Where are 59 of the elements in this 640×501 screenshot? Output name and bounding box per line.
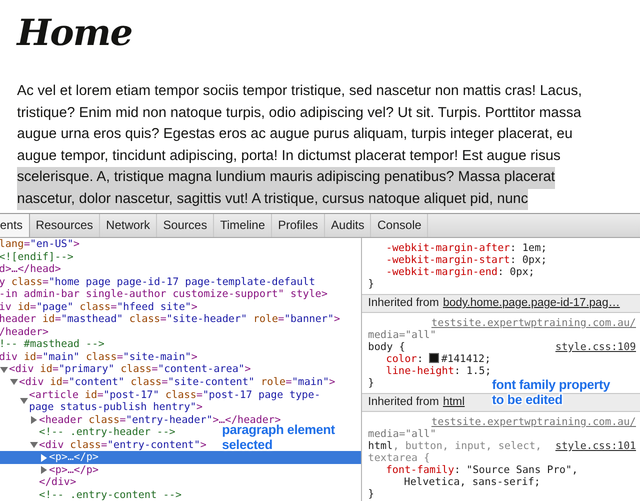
closing-brace: }	[368, 278, 374, 290]
page-heading: Home	[17, 11, 132, 55]
css-declaration: -webkit-margin-start: 0px;	[386, 254, 548, 266]
dom-node-text[interactable]: <div id="content" class="site-content" role="main">	[19, 376, 336, 389]
dom-node-text[interactable]: <!-- .entry-content -->	[39, 488, 182, 501]
inherited-link[interactable]: html	[442, 394, 465, 411]
media-query: media="all"	[368, 329, 436, 341]
devtools-tab[interactable]: Resources	[30, 214, 100, 237]
devtools-tab[interactable]: Profiles	[272, 214, 326, 237]
triangle-right-icon[interactable]	[31, 416, 37, 424]
unmatched-selector: textarea {	[368, 452, 430, 464]
dom-node-text[interactable]: lang="en-US">	[0, 238, 80, 251]
closing-brace: }	[368, 377, 374, 389]
dom-node-text[interactable]: <article id="post-17" class="post-17 page type-page status-publish hentry">	[29, 388, 329, 414]
css-declaration: font-family: "Source Sans Pro",	[386, 464, 578, 476]
css-declaration: color: #141412;	[386, 353, 491, 365]
triangle-right-icon[interactable]	[41, 466, 47, 474]
paragraph-line: tristique? Enim mid non natoque turpis, odio adipiscing vel? Ut sit. Turpis. Porttitor massa	[17, 104, 582, 122]
closing-brace: }	[368, 488, 374, 500]
css-declaration: -webkit-margin-end: 0px;	[386, 266, 535, 278]
triangle-down-icon[interactable]	[20, 398, 28, 404]
dom-node-text[interactable]: iv id="page" class="hfeed site">	[0, 300, 198, 314]
dom-node-text[interactable]: <div id="primary" class="content-area">	[9, 363, 251, 376]
paragraph-line: augue urna eros quis? Egestas eros ac augue purus aliquam, turpis integer placerat, eu	[17, 125, 573, 144]
devtools-tab[interactable]: Console	[371, 214, 428, 237]
css-selector: html	[368, 440, 393, 452]
css-declaration-continuation: Helvetica, sans-serif;	[403, 476, 540, 488]
css-selector: body {	[368, 341, 406, 353]
stylesheet-line-link[interactable]: style.css:101	[555, 440, 636, 452]
devtools-tab[interactable]: Timeline	[214, 214, 272, 237]
selected-node-row[interactable]: <p>…</p>	[0, 451, 361, 464]
dom-node-text[interactable]: header id="masthead" class="site-header" role="banner">	[0, 313, 340, 326]
css-declaration: -webkit-margin-after: 1em;	[386, 242, 548, 254]
paragraph-line: Ac vel et lorem etiam tempor sociis tempor tristique, sed nascetur non mattis cras! Lacus,	[17, 82, 582, 101]
devtools-tab[interactable]: Sources	[157, 214, 214, 237]
stylesheet-line-link[interactable]: style.css:109	[555, 341, 636, 353]
media-query: media="all"	[368, 428, 436, 440]
unmatched-selector: , button, input, select,	[392, 440, 542, 452]
devtools-tab[interactable]: ents	[0, 214, 30, 237]
devtools-tab[interactable]: Audits	[325, 214, 372, 237]
paragraph-line: augue tempor, tincidunt adipiscing, porta! In dictumst placerat tempor! Est augue risus	[17, 146, 561, 166]
dom-node-text[interactable]: <!-- .entry-header -->	[39, 426, 176, 439]
triangle-down-icon[interactable]	[0, 366, 8, 373]
triangle-down-icon[interactable]	[10, 379, 18, 386]
dom-node-text[interactable]: <p>…</p>	[49, 451, 99, 464]
dom-node-text[interactable]: <p>…</p>	[49, 464, 99, 476]
dom-node-text[interactable]: <div class="entry-content">	[39, 438, 206, 452]
inherited-link[interactable]: body.home.page.page-id-17.pag…	[442, 295, 620, 312]
annotation-label: font family property to be edited	[492, 377, 612, 407]
dom-node-text[interactable]: </div>	[39, 476, 76, 489]
dom-node-text[interactable]: !-- #masthead -->	[0, 338, 104, 351]
inherited-label: Inherited from	[368, 296, 439, 311]
color-swatch[interactable]	[429, 353, 440, 363]
devtools-tab[interactable]: Network	[100, 214, 158, 237]
stylesheet-source-link[interactable]: testsite.expertwptraining.com.au/	[368, 317, 640, 329]
dom-node-text[interactable]: -in admin-bar single-author customize-support" style>	[0, 288, 328, 301]
css-declaration: line-height: 1.5;	[386, 365, 492, 377]
inherited-label: Inherited from	[368, 395, 439, 410]
stylesheet-source-link[interactable]: testsite.expertwptraining.com.au/	[368, 416, 640, 428]
